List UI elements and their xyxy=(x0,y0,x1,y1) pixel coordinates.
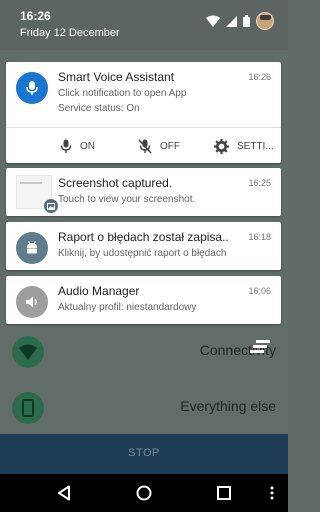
notification-title: Audio Manager xyxy=(58,284,140,298)
notification-time: 16:18 xyxy=(248,232,271,242)
speaker-icon xyxy=(16,286,48,318)
stop-button[interactable]: STOP xyxy=(0,434,288,474)
bg-item-label: Everything else xyxy=(180,398,276,414)
notification-title: Raport o błędach został zapisa.. xyxy=(58,230,229,244)
bg-item-connectivity[interactable]: Connectivity xyxy=(0,332,288,372)
notification-smart-voice-assistant[interactable]: Smart Voice Assistant 16:26 Click notifi… xyxy=(6,62,281,163)
action-label: OFF xyxy=(160,140,180,152)
notification-time: 16:06 xyxy=(248,286,271,296)
action-on-button[interactable]: ON xyxy=(60,136,95,156)
microphone-off-icon xyxy=(138,138,152,154)
notification-bug-report[interactable]: Raport o błędach został zapisa.. 16:18 K… xyxy=(6,222,281,270)
notification-time: 16:25 xyxy=(248,178,271,188)
notification-title: Smart Voice Assistant xyxy=(58,70,175,84)
recents-icon[interactable] xyxy=(214,483,234,503)
notification-audio-manager[interactable]: Audio Manager 16:06 Aktualny profil: nie… xyxy=(6,276,281,324)
phone-icon xyxy=(12,392,44,424)
status-icons xyxy=(206,12,274,30)
bg-item-everything-else[interactable]: Everything else xyxy=(0,388,288,428)
notification-shade-header[interactable]: 16:26 Friday 12 December xyxy=(0,0,288,50)
battery-icon xyxy=(243,15,250,27)
divider xyxy=(6,127,281,128)
signal-icon xyxy=(226,15,237,27)
more-icon[interactable] xyxy=(262,483,282,503)
notification-text: Aktualny profil: niestandardowy xyxy=(58,302,197,313)
wifi-icon xyxy=(12,336,44,368)
android-bug-icon xyxy=(16,232,48,264)
notification-screenshot[interactable]: Screenshot captured. 16:25 Touch to view… xyxy=(6,168,281,216)
action-label: ON xyxy=(80,140,95,152)
navigation-bar xyxy=(0,474,288,512)
image-icon xyxy=(44,199,58,213)
date: Friday 12 December xyxy=(20,27,120,39)
microphone-icon xyxy=(60,139,72,153)
notification-time: 16:26 xyxy=(248,72,271,82)
microphone-icon xyxy=(16,72,48,104)
back-icon[interactable] xyxy=(54,483,74,503)
gear-icon xyxy=(214,138,229,154)
action-off-button[interactable]: OFF xyxy=(138,136,180,156)
clock: 16:26 xyxy=(20,9,51,23)
notification-text: Touch to view your screenshot. xyxy=(58,194,196,205)
stop-button-label: STOP xyxy=(128,447,160,459)
notification-title: Screenshot captured. xyxy=(58,176,173,190)
wifi-icon xyxy=(206,15,220,27)
home-icon[interactable] xyxy=(134,483,154,503)
notification-text: Click notification to open App xyxy=(58,88,187,99)
action-label: SETTI... xyxy=(237,140,274,152)
clear-all-icon[interactable] xyxy=(250,340,272,356)
notification-text: Kliknij, by udostępnić raport o błędach xyxy=(58,248,227,259)
action-settings-button[interactable]: SETTI... xyxy=(214,136,278,156)
notification-text: Service status: On xyxy=(58,103,140,114)
avatar[interactable] xyxy=(256,12,274,30)
